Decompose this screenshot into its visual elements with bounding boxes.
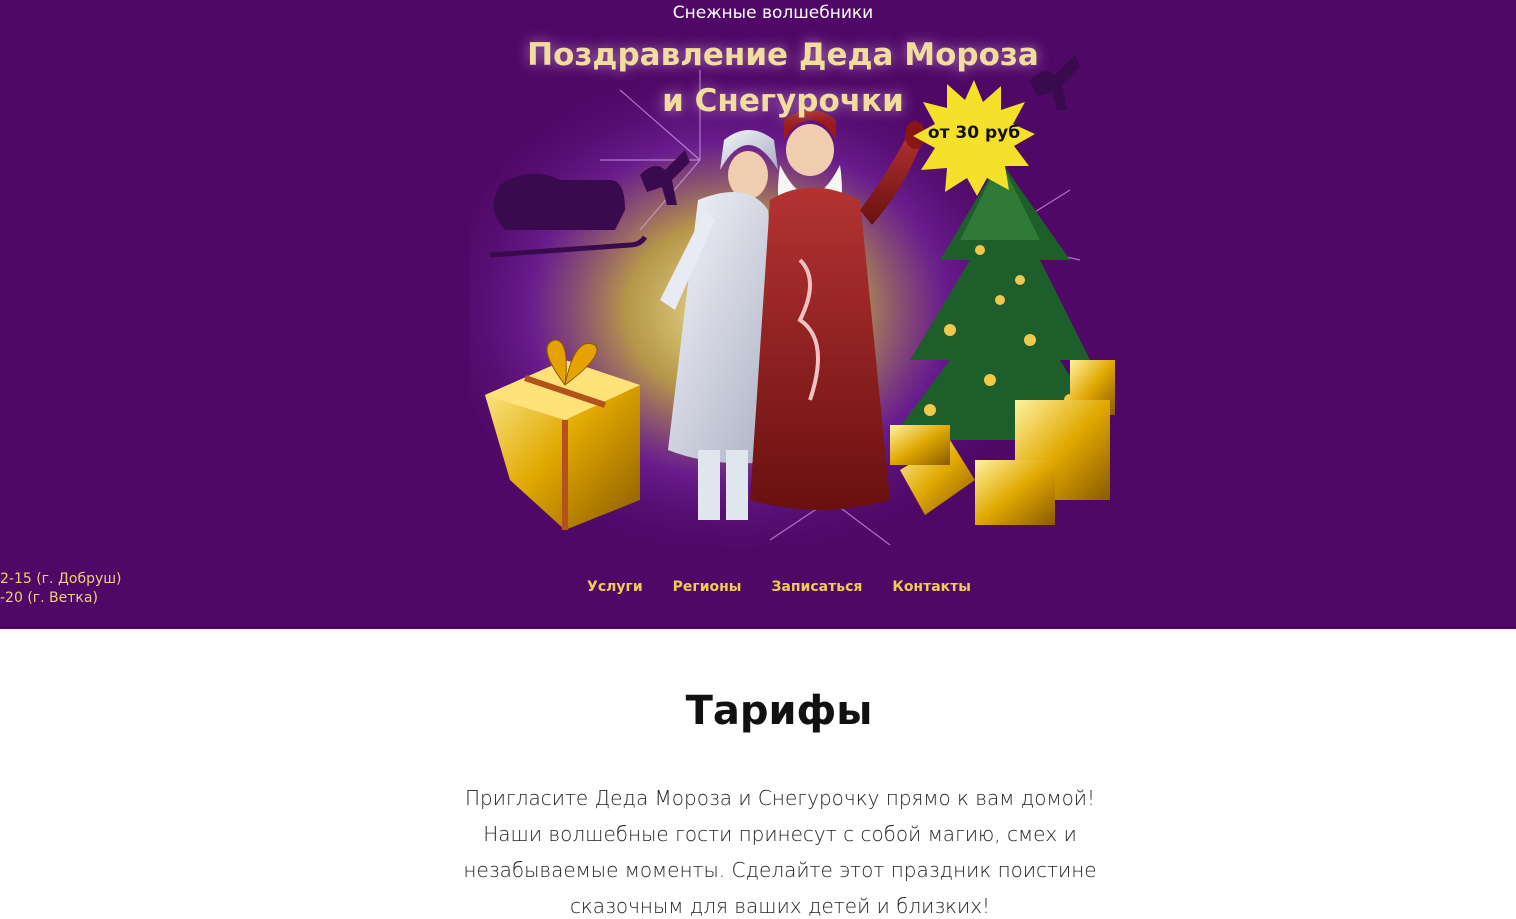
tariffs-description: Пригласите Деда Мороза и Снегурочку прям… — [463, 786, 1097, 918]
title-line-2: и Снегурочки — [662, 83, 904, 119]
nav-item-services[interactable]: Услуги — [587, 579, 643, 595]
site-name: Снежные волшебники — [672, 3, 874, 23]
nav-item-contacts[interactable]: Контакты — [892, 579, 971, 595]
price-badge: от 30 руб — [927, 123, 1021, 143]
main-nav: Услуги Регионы Записаться Контакты — [0, 579, 1516, 595]
tariffs-heading: Тарифы — [685, 688, 873, 734]
title-line-1: Поздравление Деда Мороза — [527, 37, 1039, 73]
nav-item-regions[interactable]: Регионы — [673, 579, 742, 595]
hero-banner: Снежные волшебники Поздравление Деда Мор… — [0, 0, 1516, 629]
nav-item-booking[interactable]: Записаться — [771, 579, 862, 595]
